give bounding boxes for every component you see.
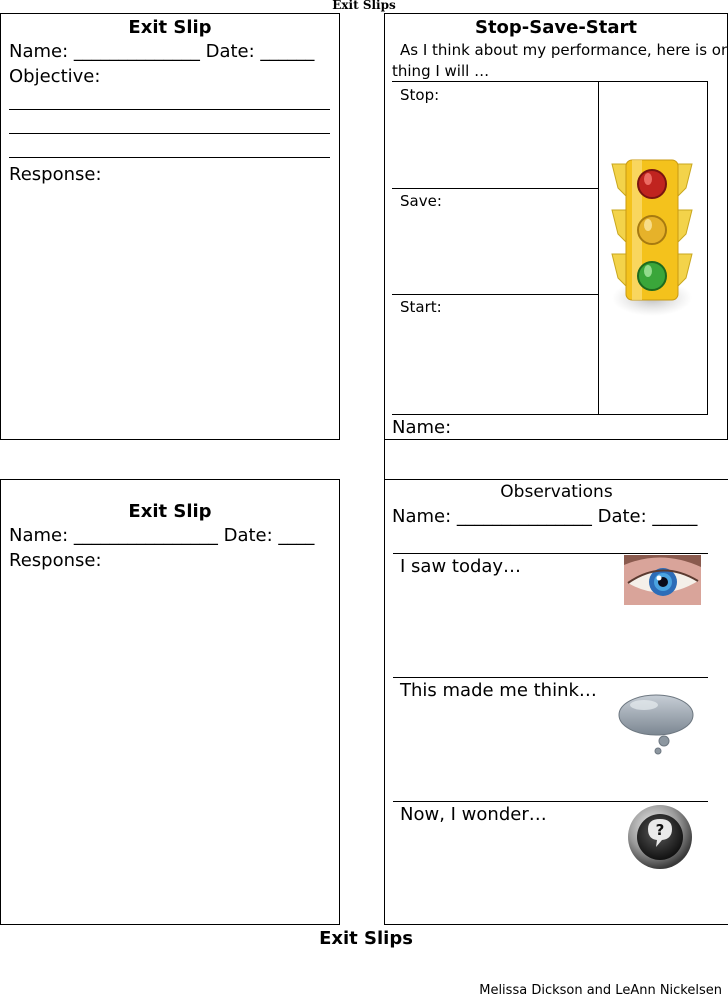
response-label: Response: [9, 164, 102, 185]
objective-line-2 [9, 133, 330, 134]
table-divider [598, 82, 599, 414]
exit-slip-top-left: Exit Slip Name: ______________ Date: ___… [0, 13, 340, 440]
row-divider-1 [392, 188, 598, 189]
name-label: Name: [392, 417, 452, 438]
slip-title: Exit Slip [128, 17, 212, 38]
slip-title: Stop-Save-Start [474, 17, 637, 38]
start-label: Start: [400, 298, 442, 316]
name-date-line: Name: ________________ Date: ____ [9, 525, 315, 546]
objective-line-3 [9, 157, 330, 158]
intro-line-1: As I think about my performance, here is… [400, 41, 728, 59]
footer-credit: Melissa Dickson and LeAnn Nickelsen [479, 983, 722, 998]
stop-label: Stop: [400, 86, 440, 104]
traffic-light-icon [611, 159, 693, 316]
response-label: Response: [9, 550, 102, 571]
prompt-wonder: Now, I wonder… [400, 804, 547, 825]
intro-line-2: thing I will … [392, 62, 490, 80]
prompt-made-me-think: This made me think… [400, 680, 597, 701]
name-date-line: Name: _______________ Date: _____ [392, 506, 698, 527]
save-label: Save: [400, 192, 442, 210]
connector-line [384, 440, 385, 480]
page-header: Exit Slips [332, 0, 396, 12]
slip-title: Exit Slip [128, 501, 212, 522]
question-bubble-icon: ? [628, 805, 692, 869]
eye-icon [624, 555, 701, 605]
prompt-saw-today: I saw today… [400, 556, 522, 577]
name-date-line: Name: ______________ Date: ______ [9, 41, 315, 62]
slip-title: Observations [500, 482, 613, 502]
stop-save-start-table: Stop: Save: Start: [392, 81, 708, 415]
footer-title: Exit Slips [319, 928, 413, 949]
thought-cloud-icon [618, 694, 694, 755]
observations-slip: Observations Name: _______________ Date:… [384, 479, 728, 925]
section-line-3 [393, 801, 708, 802]
section-line-1 [393, 553, 708, 554]
stop-save-start-slip: Stop-Save-Start As I think about my perf… [384, 13, 728, 440]
section-line-2 [393, 677, 708, 678]
exit-slip-bottom-left: Exit Slip Name: ________________ Date: _… [0, 479, 340, 925]
objective-line-1 [9, 109, 330, 110]
svg-text:?: ? [656, 821, 665, 839]
row-divider-2 [392, 294, 598, 295]
objective-label: Objective: [9, 66, 101, 87]
